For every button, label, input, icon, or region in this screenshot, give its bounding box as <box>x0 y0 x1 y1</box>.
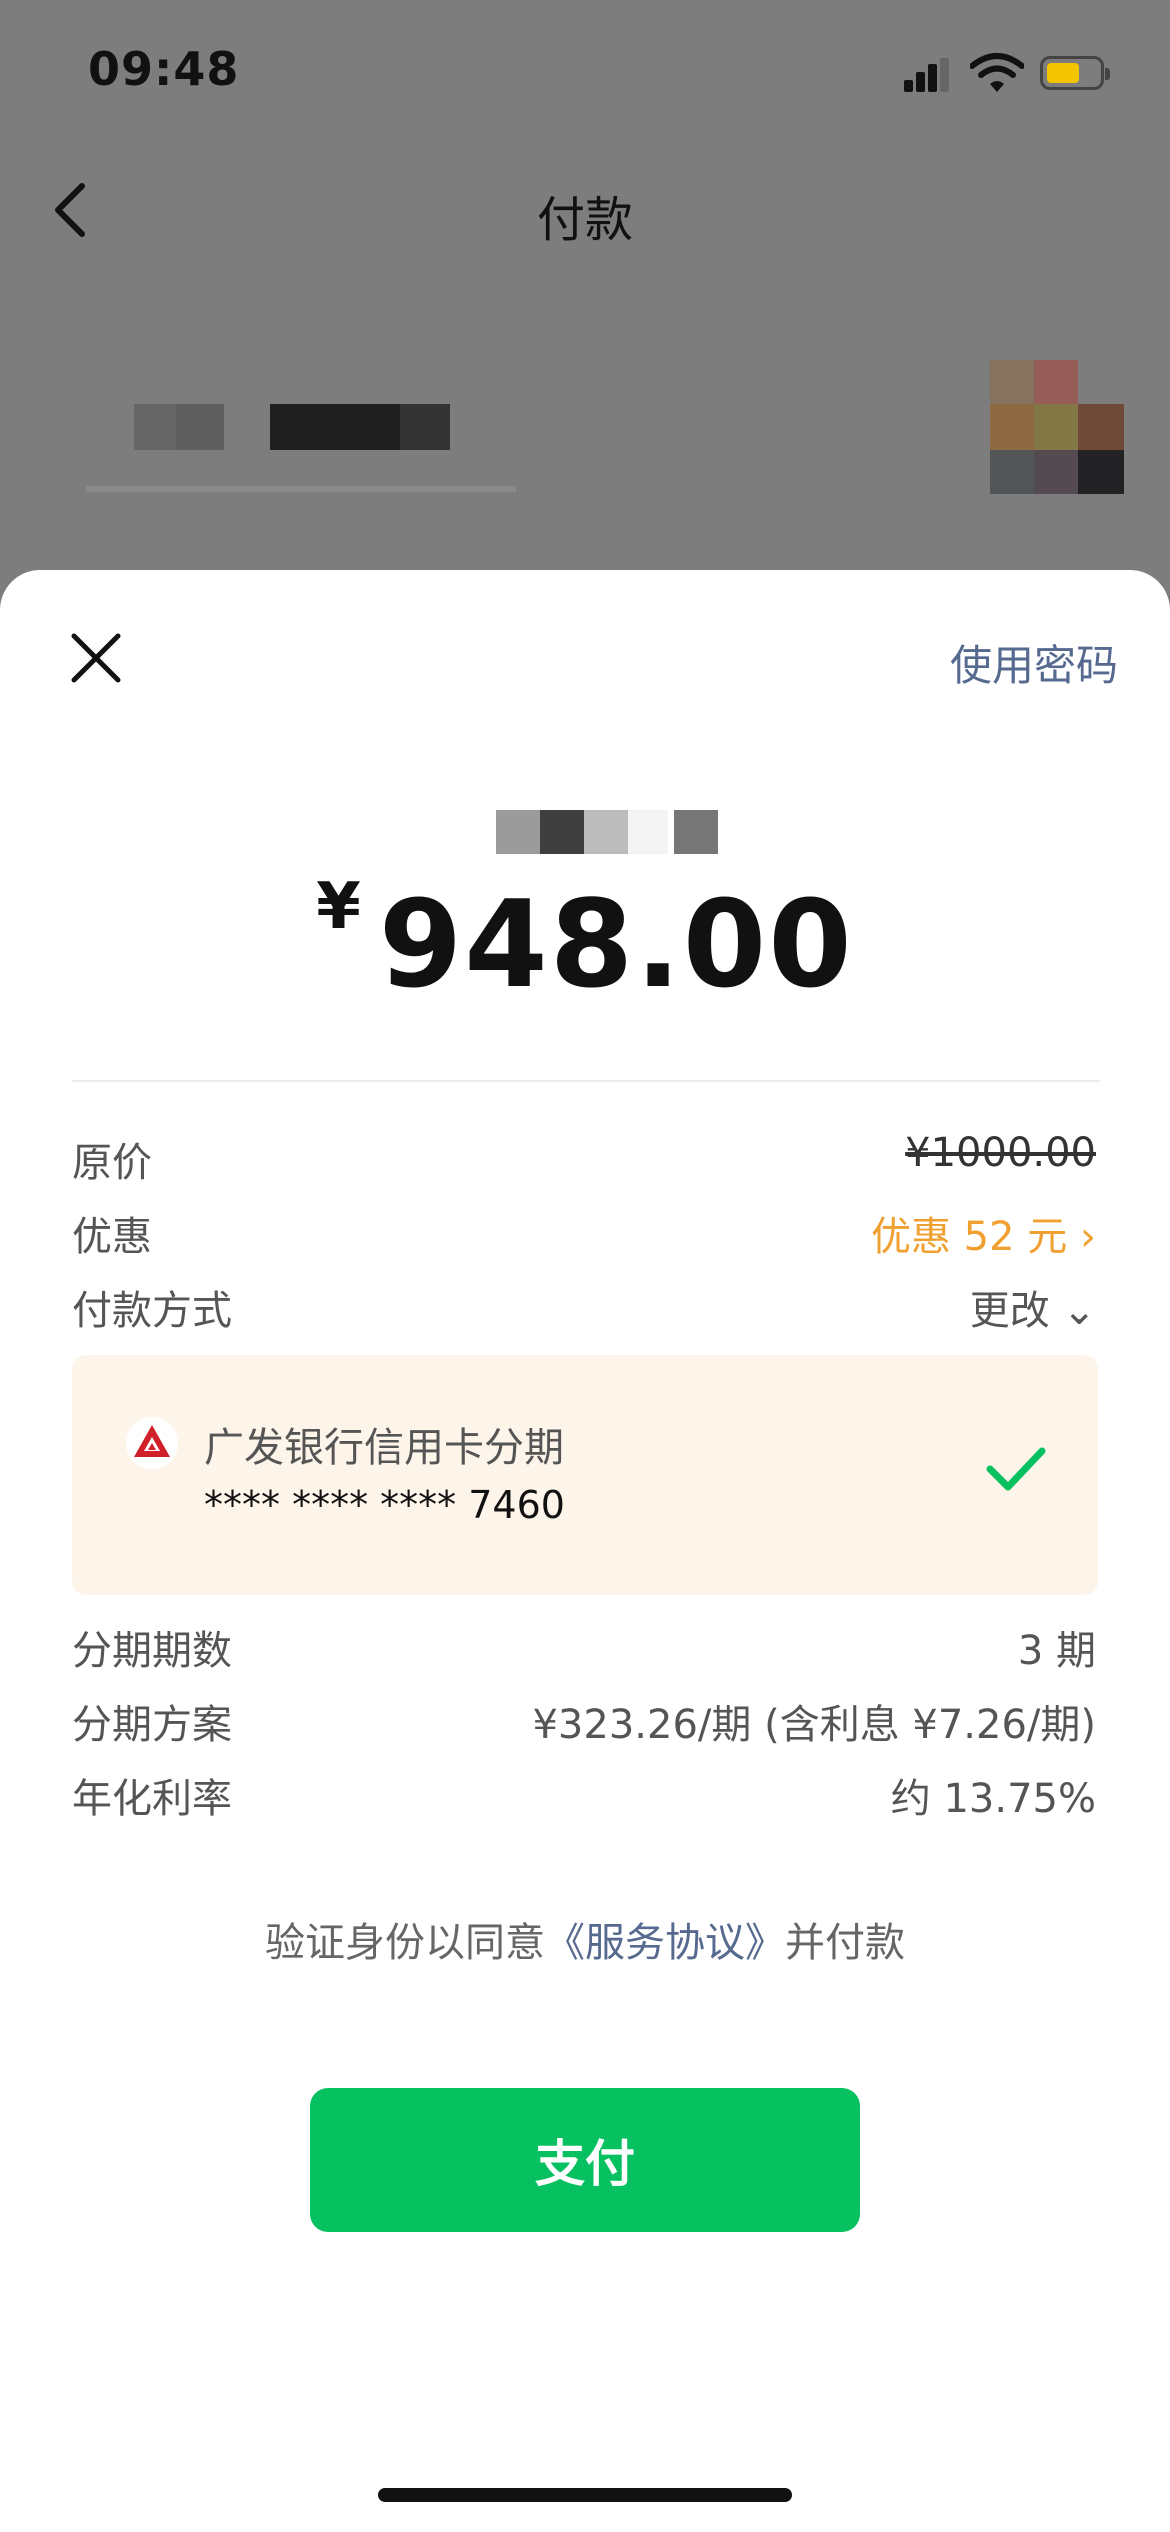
amount-value: 948.00 <box>378 876 854 1015</box>
close-icon[interactable] <box>68 630 124 686</box>
divider <box>72 1080 1100 1082</box>
original-price-value: ¥1000.00 <box>905 1130 1096 1176</box>
installment-plan-row: 分期方案 ¥323.26/期 (含利息 ¥7.26/期) <box>72 1692 1096 1752</box>
use-password-link[interactable]: 使用密码 <box>950 632 1118 693</box>
currency-symbol: ¥ <box>316 870 361 944</box>
discount-row[interactable]: 优惠 优惠 52 元 › <box>72 1204 1096 1264</box>
original-price-label: 原价 <box>72 1140 152 1186</box>
discount-value[interactable]: 优惠 52 元 › <box>871 1204 1096 1262</box>
payment-method-card[interactable]: 广发银行信用卡分期 **** **** **** 7460 <box>72 1355 1098 1595</box>
merchant-info <box>0 340 1170 520</box>
payment-amount: ¥948.00 <box>0 870 1170 1015</box>
checkmark-icon <box>986 1447 1046 1491</box>
home-indicator[interactable] <box>378 2488 792 2502</box>
installment-plan-label: 分期方案 <box>72 1702 232 1748</box>
installment-plan-value: ¥323.26/期 (含利息 ¥7.26/期) <box>532 1702 1096 1748</box>
service-agreement-link[interactable]: 《服务协议》 <box>545 1920 785 1966</box>
agreement-suffix: 并付款 <box>785 1920 905 1966</box>
payment-sheet: 使用密码 ¥948.00 原价 ¥1000.00 优惠 优惠 52 元 › 付款… <box>0 570 1170 2532</box>
installments-label: 分期期数 <box>72 1628 232 1674</box>
battery-icon <box>1040 56 1110 90</box>
pay-button[interactable]: 支付 <box>310 2088 860 2232</box>
wifi-icon <box>970 53 1024 92</box>
cellular-signal-icon <box>904 58 950 92</box>
apr-row: 年化利率 约 13.75% <box>72 1766 1096 1826</box>
payment-method-label: 付款方式 <box>72 1288 232 1334</box>
card-number: **** **** **** 7460 <box>204 1483 565 1527</box>
payment-method-row[interactable]: 付款方式 更改 ⌄ <box>72 1278 1096 1338</box>
bank-name: 广发银行信用卡分期 <box>204 1425 564 1471</box>
status-time: 09:48 <box>88 42 240 96</box>
installments-value: 3 期 <box>1017 1628 1096 1674</box>
nav-bar: 付款 <box>0 150 1170 270</box>
cgb-bank-logo-icon <box>126 1417 178 1469</box>
change-method-button[interactable]: 更改 ⌄ <box>970 1278 1096 1336</box>
apr-value: 约 13.75% <box>890 1776 1096 1822</box>
original-price-row: 原价 ¥1000.00 <box>72 1130 1096 1190</box>
agreement-prefix: 验证身份以同意 <box>265 1920 545 1966</box>
agreement-text: 验证身份以同意《服务协议》并付款 <box>0 1910 1170 1968</box>
discount-label: 优惠 <box>72 1214 152 1260</box>
status-bar: 09:48 <box>0 0 1170 150</box>
page-title: 付款 <box>536 192 633 248</box>
installments-row: 分期期数 3 期 <box>72 1618 1096 1678</box>
merchant-avatar-blur <box>990 360 1124 494</box>
apr-label: 年化利率 <box>72 1776 232 1822</box>
